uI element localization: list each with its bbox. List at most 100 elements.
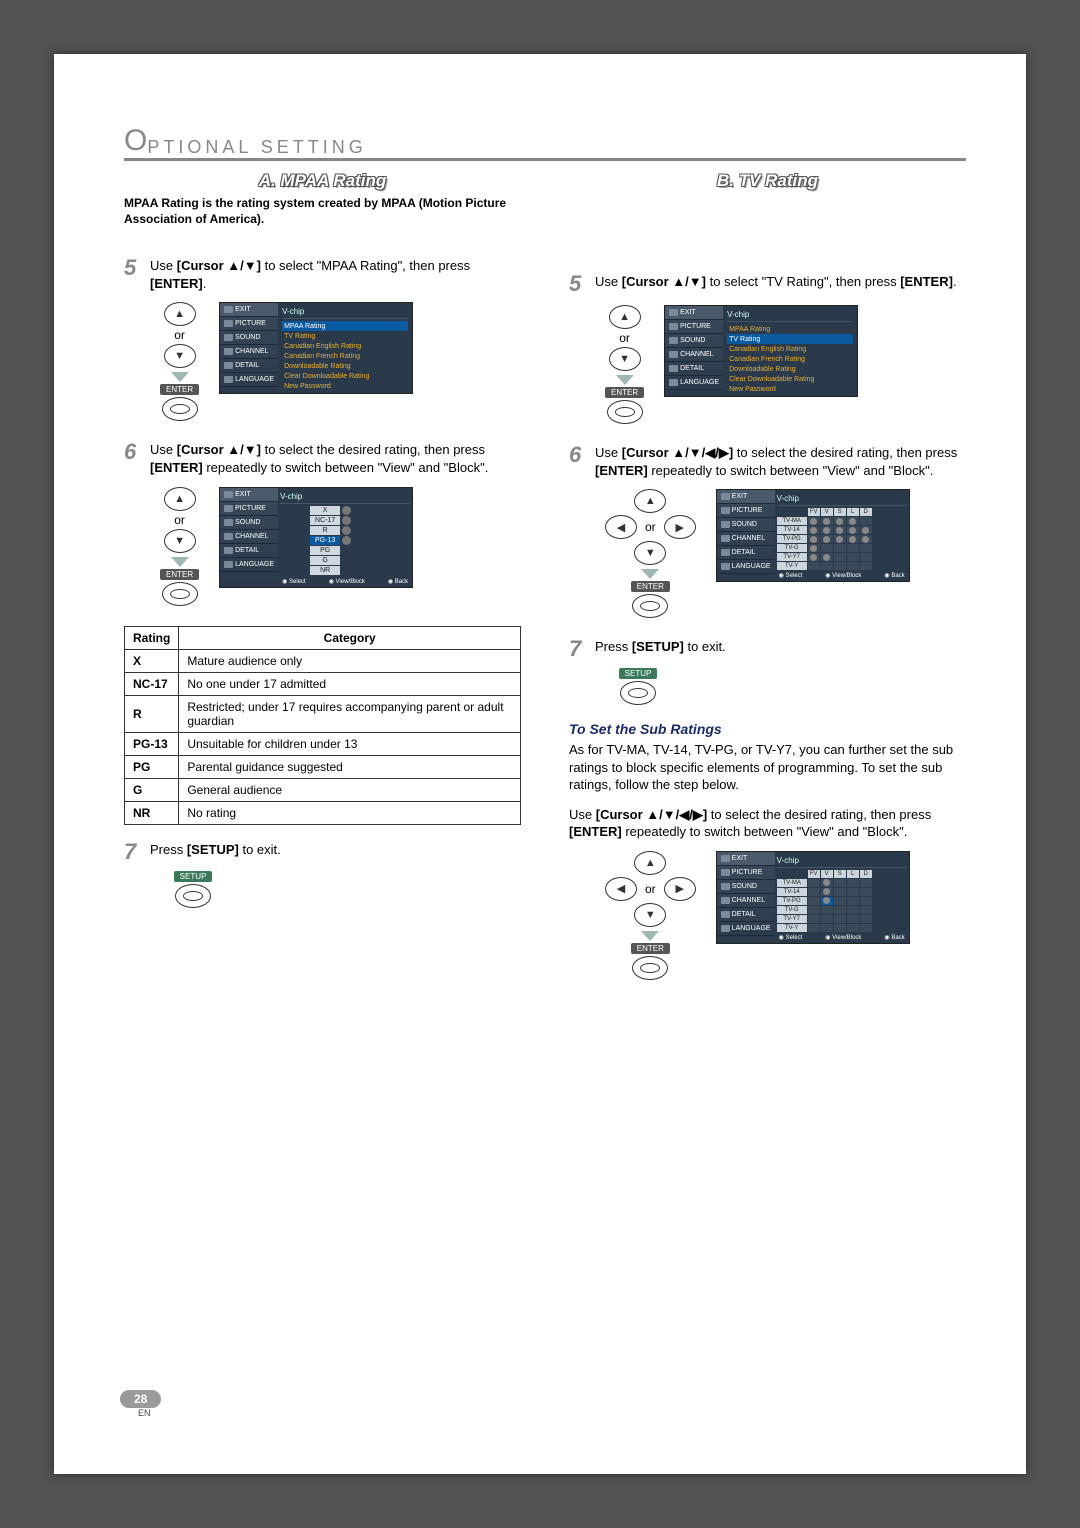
cursor-left-icon: ◀ <box>605 515 637 539</box>
detail-icon <box>721 549 730 556</box>
enter-label: ENTER <box>160 569 199 580</box>
picture-icon <box>224 320 233 327</box>
or-label: or <box>174 328 185 342</box>
language-icon <box>721 563 730 570</box>
step-number: 5 <box>569 273 587 295</box>
lock-icon <box>810 527 817 534</box>
step-number: 7 <box>569 638 587 660</box>
step-number: 5 <box>124 257 142 279</box>
picture-icon <box>721 869 730 876</box>
setup-label: SETUP <box>174 871 213 882</box>
dpad-vertical: ▲ or ▼ ENTER <box>160 487 199 606</box>
dpad-vertical: ▲ or ▼ ENTER <box>160 302 199 421</box>
step-a7: 7 Press [SETUP] to exit. <box>124 841 521 863</box>
step-text: Use [Cursor ▲/▼/◀/▶] to select the desir… <box>595 444 966 479</box>
exit-icon <box>721 493 730 500</box>
exit-icon <box>224 306 233 313</box>
cursor-up-icon: ▲ <box>164 302 196 326</box>
lock-icon <box>810 545 817 552</box>
step-text: Press [SETUP] to exit. <box>150 841 281 859</box>
lock-icon <box>810 536 817 543</box>
menu-item: Clear Downloadable Rating <box>727 374 853 384</box>
menu-item: Downloadable Rating <box>727 364 853 374</box>
channel-icon <box>669 351 678 358</box>
step-a5: 5 Use [Cursor ▲/▼] to select "MPAA Ratin… <box>124 257 521 292</box>
sub-rating-instruction: Use [Cursor ▲/▼/◀/▶] to select the desir… <box>569 806 966 841</box>
dpad-4way: ▲ ◀ or ▶ ▼ ENTER <box>605 851 696 980</box>
lock-icon <box>836 536 843 543</box>
vchip-title: V-chip <box>280 490 410 504</box>
lock-icon <box>849 518 856 525</box>
lock-icon <box>823 554 830 561</box>
lock-icon <box>810 554 817 561</box>
cursor-down-icon: ▼ <box>164 529 196 553</box>
menu-item: Canadian English Rating <box>282 341 408 351</box>
step-text: Use [Cursor ▲/▼] to select "TV Rating", … <box>595 273 957 291</box>
menu-item: TV Rating <box>727 334 853 344</box>
lock-icon <box>823 527 830 534</box>
lock-icon <box>342 516 351 525</box>
osd-menu-tv-list: EXIT PICTURE SOUND CHANNEL DETAIL LANGUA… <box>664 305 858 397</box>
picture-icon <box>224 505 233 512</box>
exit-icon <box>224 491 233 498</box>
arrow-down-icon <box>641 931 659 941</box>
header-rule: OPTIONAL SETTING <box>124 124 966 161</box>
dpad-vertical: ▲ or ▼ ENTER <box>605 305 644 424</box>
step-number: 7 <box>124 841 142 863</box>
lock-icon <box>823 897 830 904</box>
enter-button-icon <box>632 594 668 618</box>
language-icon <box>224 561 233 568</box>
lock-icon <box>823 879 830 886</box>
step-b7: 7 Press [SETUP] to exit. <box>569 638 966 660</box>
step-a6: 6 Use [Cursor ▲/▼] to select the desired… <box>124 441 521 476</box>
step-number: 6 <box>569 444 587 466</box>
sound-icon <box>669 337 678 344</box>
page-number: 28 EN <box>120 1390 161 1418</box>
detail-icon <box>224 547 233 554</box>
lock-icon <box>823 536 830 543</box>
exit-icon <box>669 309 678 316</box>
cursor-up-icon: ▲ <box>164 487 196 511</box>
setup-button-graphic: SETUP <box>609 668 667 705</box>
setup-button-icon <box>620 681 656 705</box>
cursor-down-icon: ▼ <box>634 903 666 927</box>
step-text: Use [Cursor ▲/▼] to select the desired r… <box>150 441 521 476</box>
sound-icon <box>721 521 730 528</box>
section-a-title: A. MPAA Rating <box>124 171 521 191</box>
language-icon <box>224 376 233 383</box>
mpaa-intro: MPAA Rating is the rating system created… <box>124 195 521 227</box>
or-label: or <box>645 520 656 534</box>
lock-icon <box>342 526 351 535</box>
manual-page: OPTIONAL SETTING A. MPAA Rating MPAA Rat… <box>54 54 1026 1474</box>
column-b: B. TV Rating 5 Use [Cursor ▲/▼] to selec… <box>569 165 966 1000</box>
lock-icon <box>849 527 856 534</box>
vchip-title: V-chip <box>282 305 408 319</box>
picture-icon <box>669 323 678 330</box>
setup-button-icon <box>175 884 211 908</box>
sound-icon <box>224 519 233 526</box>
menu-item: New Password <box>282 381 408 391</box>
menu-item: Canadian French Rating <box>282 351 408 361</box>
enter-button-icon <box>632 956 668 980</box>
lock-icon <box>823 518 830 525</box>
cursor-down-icon: ▼ <box>164 344 196 368</box>
cursor-up-icon: ▲ <box>634 851 666 875</box>
cursor-down-icon: ▼ <box>634 541 666 565</box>
menu-item: Canadian English Rating <box>727 344 853 354</box>
lock-icon <box>862 527 869 534</box>
sub-rating-heading: To Set the Sub Ratings <box>569 721 966 737</box>
menu-item: Downloadable Rating <box>282 361 408 371</box>
enter-label: ENTER <box>605 387 644 398</box>
cursor-right-icon: ▶ <box>664 515 696 539</box>
menu-item: Clear Downloadable Rating <box>282 371 408 381</box>
menu-item: New Password <box>727 384 853 394</box>
or-label: or <box>645 882 656 896</box>
cursor-down-icon: ▼ <box>609 347 641 371</box>
setup-label: SETUP <box>619 668 658 679</box>
vchip-title: V-chip <box>777 492 907 506</box>
setup-button-graphic: SETUP <box>164 871 222 908</box>
cursor-right-icon: ▶ <box>664 877 696 901</box>
enter-label: ENTER <box>631 581 670 592</box>
lock-icon <box>823 888 830 895</box>
cursor-up-icon: ▲ <box>634 489 666 513</box>
